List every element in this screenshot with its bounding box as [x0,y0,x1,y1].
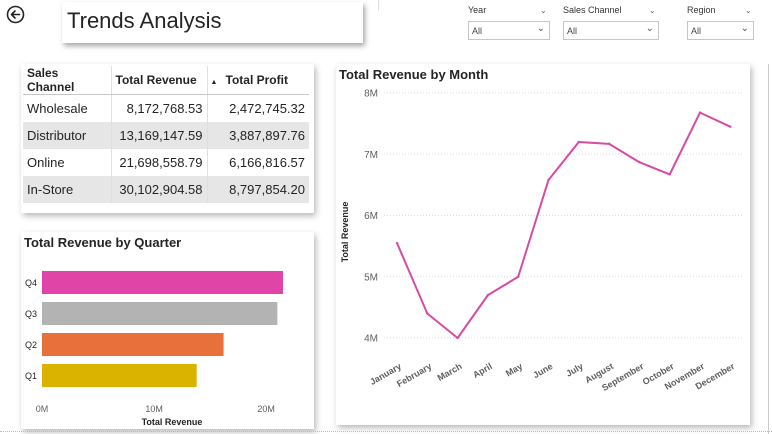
y-tick-label: 5M [364,272,378,283]
y-tick-label: Q3 [25,309,37,319]
sales-channel-table-card: Sales Channel Total Revenue ▲ Total Prof… [21,64,314,213]
data-point [517,275,520,278]
chevron-down-icon: ⌄ [536,23,545,34]
data-point [547,178,550,182]
chevron-down-icon[interactable]: ⌄ [745,6,752,15]
x-tick-label: 0M [36,404,49,414]
y-axis-title: Total Revenue [340,202,350,263]
table-cell: 8,797,854.20 [206,175,309,203]
y-tick-label: 8M [364,89,378,100]
slicer-sales-channel-label: Sales Channel [563,5,622,15]
sort-ascending-icon: ▲ [210,79,218,86]
bar-q3 [42,302,278,325]
bar-q4 [42,271,283,294]
region-dropdown[interactable]: All ⌄ [687,21,754,40]
y-tick-label: Q1 [25,371,37,381]
sales-channel-dropdown[interactable]: All ⌄ [563,21,659,40]
page-title: Trends Analysis [67,8,222,33]
data-point [607,142,611,146]
slicer-region-label: Region [687,5,716,15]
data-point [729,125,732,128]
table-cell: 3,887,897.76 [206,121,309,149]
table-cell: 2,472,745.32 [206,94,309,122]
table-cell: 8,172,768.53 [110,94,207,122]
x-tick-label: March [436,361,464,383]
quarter-bar-chart: Q4 Q3 Q2 Q1 0M 10M 20M Total Revenue [25,271,283,427]
table-header-row: Sales Channel Total Revenue ▲ Total Prof… [23,66,309,95]
chevron-down-icon[interactable]: ⌄ [540,6,547,15]
x-tick-label: May [504,361,524,378]
chevron-down-icon: ⌄ [740,23,749,34]
table-cell: 21,698,558.79 [110,148,207,176]
data-point [577,140,580,144]
data-point [668,173,671,176]
table-row[interactable]: Wholesale 8,172,768.53 2,472,745.32 [23,94,309,122]
data-point [426,312,429,315]
y-tick-label: Q4 [25,278,37,288]
table-cell: 13,169,147.59 [110,121,207,149]
slicer-region: Region ⌄ All ⌄ [687,3,754,40]
region-dropdown-value: All [691,26,702,36]
slicer-year-label: Year [468,5,487,15]
year-dropdown-value: All [472,26,483,36]
data-point [638,161,641,164]
column-header-sales-channel[interactable]: Sales Channel [23,66,111,95]
chevron-down-icon[interactable]: ⌄ [649,6,656,15]
bar-q1 [42,364,197,387]
y-tick-label: 7M [364,150,378,161]
table-cell: Distributor [23,121,111,149]
month-line-chart: 8M7M6M5M4MTotal RevenueJanuaryFebruary Ma… [340,89,744,393]
x-tick-label: July [564,361,585,379]
data-point [395,241,399,245]
chevron-down-icon: ⌄ [645,23,654,34]
sales-channel-table: Sales Channel Total Revenue ▲ Total Prof… [23,66,309,203]
y-tick-label: 6M [364,211,378,222]
y-tick-label: Q2 [25,340,37,350]
title-card: Trends Analysis [62,2,363,43]
column-header-total-profit[interactable]: ▲ Total Profit [206,66,309,95]
revenue-by-quarter-card: Total Revenue by Quarter Q4 Q3 Q2 Q1 0M 10M 20… [21,232,314,429]
back-arrow-icon [6,5,25,24]
x-tick-label: June [531,361,554,380]
slicer-year: Year ⌄ All ⌄ [468,3,550,40]
sales-channel-dropdown-value: All [567,26,578,36]
back-button[interactable] [6,5,25,24]
series-line-total-revenue [396,111,731,339]
x-tick-label: February [395,361,433,389]
x-tick-label: 20M [257,404,275,414]
data-point [456,336,459,340]
table-cell: In-Store [23,175,111,203]
y-tick-label: 4M [364,334,378,345]
divider [378,0,379,10]
slicer-sales-channel: Sales Channel ⌄ All ⌄ [563,3,659,40]
table-cell: Wholesale [27,100,88,116]
column-header-total-profit-label: Total Profit [225,73,288,87]
bar-q2 [42,333,224,356]
table-cell: 6,166,816.57 [206,148,309,176]
table-row[interactable]: Distributor 13,169,147.59 3,887,897.76 [23,121,309,149]
divider [768,64,769,434]
x-tick-label: 10M [145,404,163,414]
x-tick-label: April [471,361,494,380]
x-axis-title: Total Revenue [142,417,203,427]
divider [0,431,772,432]
column-header-total-revenue[interactable]: Total Revenue [110,66,207,95]
year-dropdown[interactable]: All ⌄ [468,21,550,40]
table-cell: 30,102,904.58 [110,175,207,203]
data-point [698,111,702,114]
data-point [486,293,490,297]
revenue-by-month-card: Total Revenue by Month 8M 7M 6M 5M 4M Total R… [336,64,750,425]
table-row[interactable]: Online 21,698,558.79 6,166,816.57 [23,148,309,176]
table-row[interactable]: In-Store 30,102,904.58 8,797,854.20 [23,175,309,203]
table-cell: Online [27,154,65,170]
